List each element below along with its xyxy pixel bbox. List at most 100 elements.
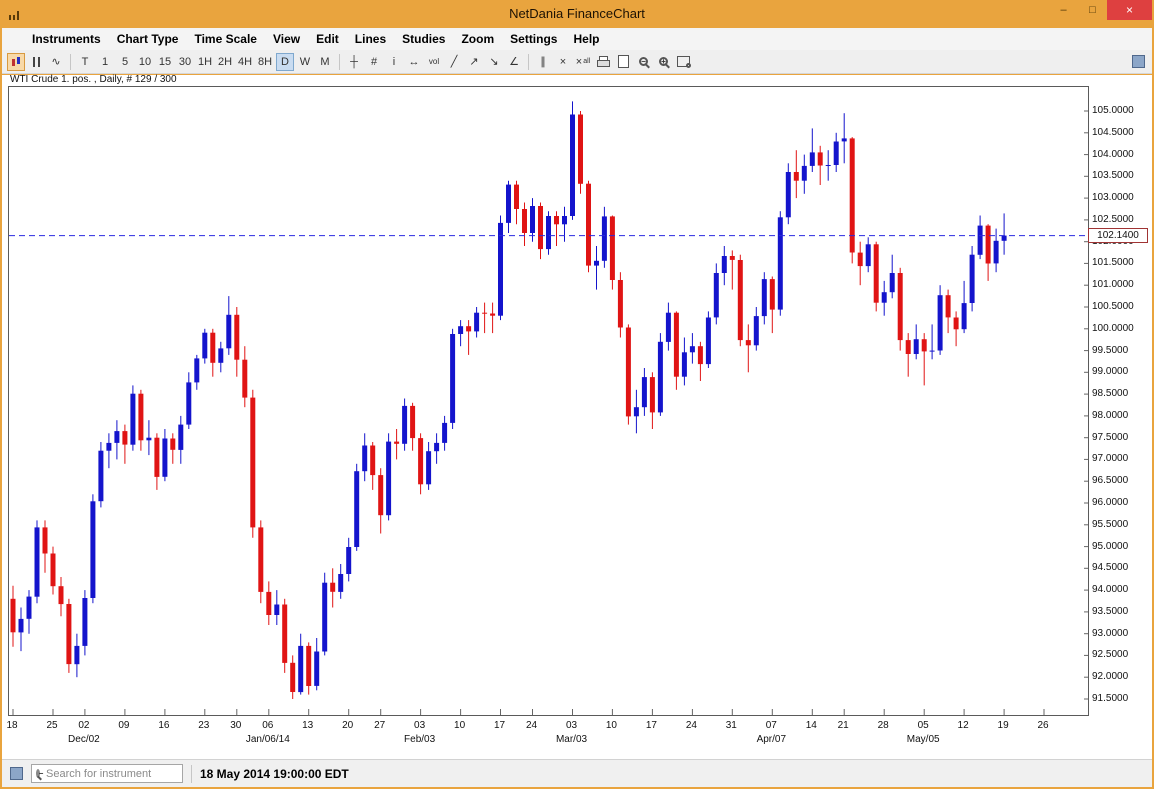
- toolbar-separator: [528, 54, 529, 70]
- candle-body: [226, 315, 231, 349]
- close-button[interactable]: ×: [1107, 0, 1152, 20]
- y-axis-label: 103.5000: [1092, 170, 1134, 181]
- chart-type-bar-icon: [30, 56, 42, 68]
- maximize-button[interactable]: □: [1078, 0, 1107, 20]
- timeframe-daily[interactable]: D: [276, 53, 294, 71]
- timeframe-8h[interactable]: 8H: [256, 53, 274, 71]
- candle-body: [290, 663, 295, 692]
- zoom-out-icon[interactable]: [634, 53, 652, 71]
- candle-body: [210, 333, 215, 363]
- volume-icon[interactable]: vol: [425, 53, 443, 71]
- menu-view[interactable]: View: [265, 29, 308, 49]
- candle-body: [634, 407, 639, 416]
- candle-body: [434, 443, 439, 451]
- x-axis-label: 03: [414, 720, 425, 731]
- timeframe-1h[interactable]: 1H: [196, 53, 214, 71]
- search-icon: [36, 769, 40, 778]
- search-input[interactable]: [44, 767, 190, 781]
- y-axis-label: 93.5000: [1092, 606, 1128, 617]
- timeframe-tick[interactable]: T: [76, 53, 94, 71]
- menu-lines[interactable]: Lines: [347, 29, 394, 49]
- candle-body: [874, 244, 879, 302]
- angle-line-icon[interactable]: ∠: [505, 53, 523, 71]
- grid-icon[interactable]: #: [365, 53, 383, 71]
- menu-edit[interactable]: Edit: [308, 29, 347, 49]
- menu-time-scale[interactable]: Time Scale: [186, 29, 264, 49]
- timeframe-15min[interactable]: 15: [156, 53, 174, 71]
- candle-body: [882, 292, 887, 303]
- menu-settings[interactable]: Settings: [502, 29, 565, 49]
- x-axis-label: 06: [262, 720, 273, 731]
- chart-type-bar-icon[interactable]: [27, 53, 45, 71]
- candle-body: [234, 315, 239, 360]
- statusbar-separator: [191, 765, 192, 783]
- candle-body: [930, 351, 935, 352]
- price-axis: 105.0000104.5000104.0000103.5000103.0000…: [1089, 86, 1151, 716]
- print-icon[interactable]: [594, 53, 612, 71]
- timeframe-2h[interactable]: 2H: [216, 53, 234, 71]
- workspace-panel-icon[interactable]: [10, 767, 23, 780]
- x-axis-label: 14: [806, 720, 817, 731]
- y-axis-label: 98.0000: [1092, 410, 1128, 421]
- minimize-button[interactable]: –: [1049, 0, 1078, 20]
- candle-body: [690, 346, 695, 352]
- candlestick-chart[interactable]: [9, 87, 1088, 715]
- trend-arrow-up-icon[interactable]: ↗: [465, 53, 483, 71]
- chart-timestamp: 18 May 2014 19:00:00 EDT: [200, 767, 349, 781]
- candle-body: [242, 360, 247, 398]
- toolbar-separator: [70, 54, 71, 70]
- menu-studies[interactable]: Studies: [394, 29, 453, 49]
- titlebar: NetDania FinanceChart – □ ×: [0, 0, 1154, 28]
- candle-body: [130, 394, 135, 445]
- trend-line-icon[interactable]: ╱: [445, 53, 463, 71]
- chart-plot-area[interactable]: [8, 86, 1089, 716]
- menu-instruments[interactable]: Instruments: [24, 29, 109, 49]
- x-axis-label: 26: [1037, 720, 1048, 731]
- candle-body: [51, 554, 56, 587]
- last-price-label: 102.1400: [1088, 228, 1148, 243]
- candle-body: [258, 527, 263, 592]
- y-axis-label: 92.5000: [1092, 649, 1128, 660]
- x-axis-label: 21: [838, 720, 849, 731]
- instrument-search-box: [31, 764, 183, 783]
- x-axis-month-label: Dec/02: [68, 734, 100, 745]
- y-axis-label: 100.5000: [1092, 301, 1134, 312]
- y-axis-label: 103.0000: [1092, 192, 1134, 203]
- timeframe-monthly[interactable]: M: [316, 53, 334, 71]
- candle-body: [746, 340, 751, 345]
- candle-body: [458, 326, 463, 334]
- zoom-box-icon[interactable]: [674, 53, 692, 71]
- info-icon[interactable]: i: [385, 53, 403, 71]
- timeframe-5min[interactable]: 5: [116, 53, 134, 71]
- chart-type-line-icon[interactable]: ∿: [47, 53, 65, 71]
- timeframe-30min[interactable]: 30: [176, 53, 194, 71]
- candle-body: [35, 527, 40, 596]
- print-preview-icon[interactable]: [614, 53, 632, 71]
- candle-body: [43, 527, 48, 553]
- timeframe-1min[interactable]: 1: [96, 53, 114, 71]
- menu-chart-type[interactable]: Chart Type: [109, 29, 187, 49]
- menu-help[interactable]: Help: [565, 29, 607, 49]
- trend-arrow-down-icon[interactable]: ↘: [485, 53, 503, 71]
- crosshair-icon[interactable]: ┼: [345, 53, 363, 71]
- candle-body: [338, 574, 343, 592]
- horizontal-scroll-icon[interactable]: ↔: [405, 53, 423, 71]
- candle-body: [522, 209, 527, 233]
- chart-type-candlestick-icon[interactable]: [7, 53, 25, 71]
- parallel-lines-icon[interactable]: ∥: [534, 53, 552, 71]
- timeframe-weekly[interactable]: W: [296, 53, 314, 71]
- y-axis-label: 100.0000: [1092, 323, 1134, 334]
- menu-zoom[interactable]: Zoom: [453, 29, 502, 49]
- candle-body: [106, 443, 111, 451]
- delete-all-lines-icon[interactable]: ×all: [574, 53, 592, 71]
- timeframe-4h[interactable]: 4H: [236, 53, 254, 71]
- delete-line-icon[interactable]: ×: [554, 53, 572, 71]
- zoom-in-icon[interactable]: [654, 53, 672, 71]
- candle-body: [386, 442, 391, 516]
- panel-toggle-icon[interactable]: [1129, 53, 1147, 71]
- timeframe-10min[interactable]: 10: [136, 53, 154, 71]
- toolbar: ∿T151015301H2H4H8HDWM┼#i↔vol╱↗↘∠∥××all: [2, 50, 1152, 74]
- candle-body: [786, 172, 791, 217]
- x-axis-label: 17: [646, 720, 657, 731]
- candle-body: [586, 184, 591, 266]
